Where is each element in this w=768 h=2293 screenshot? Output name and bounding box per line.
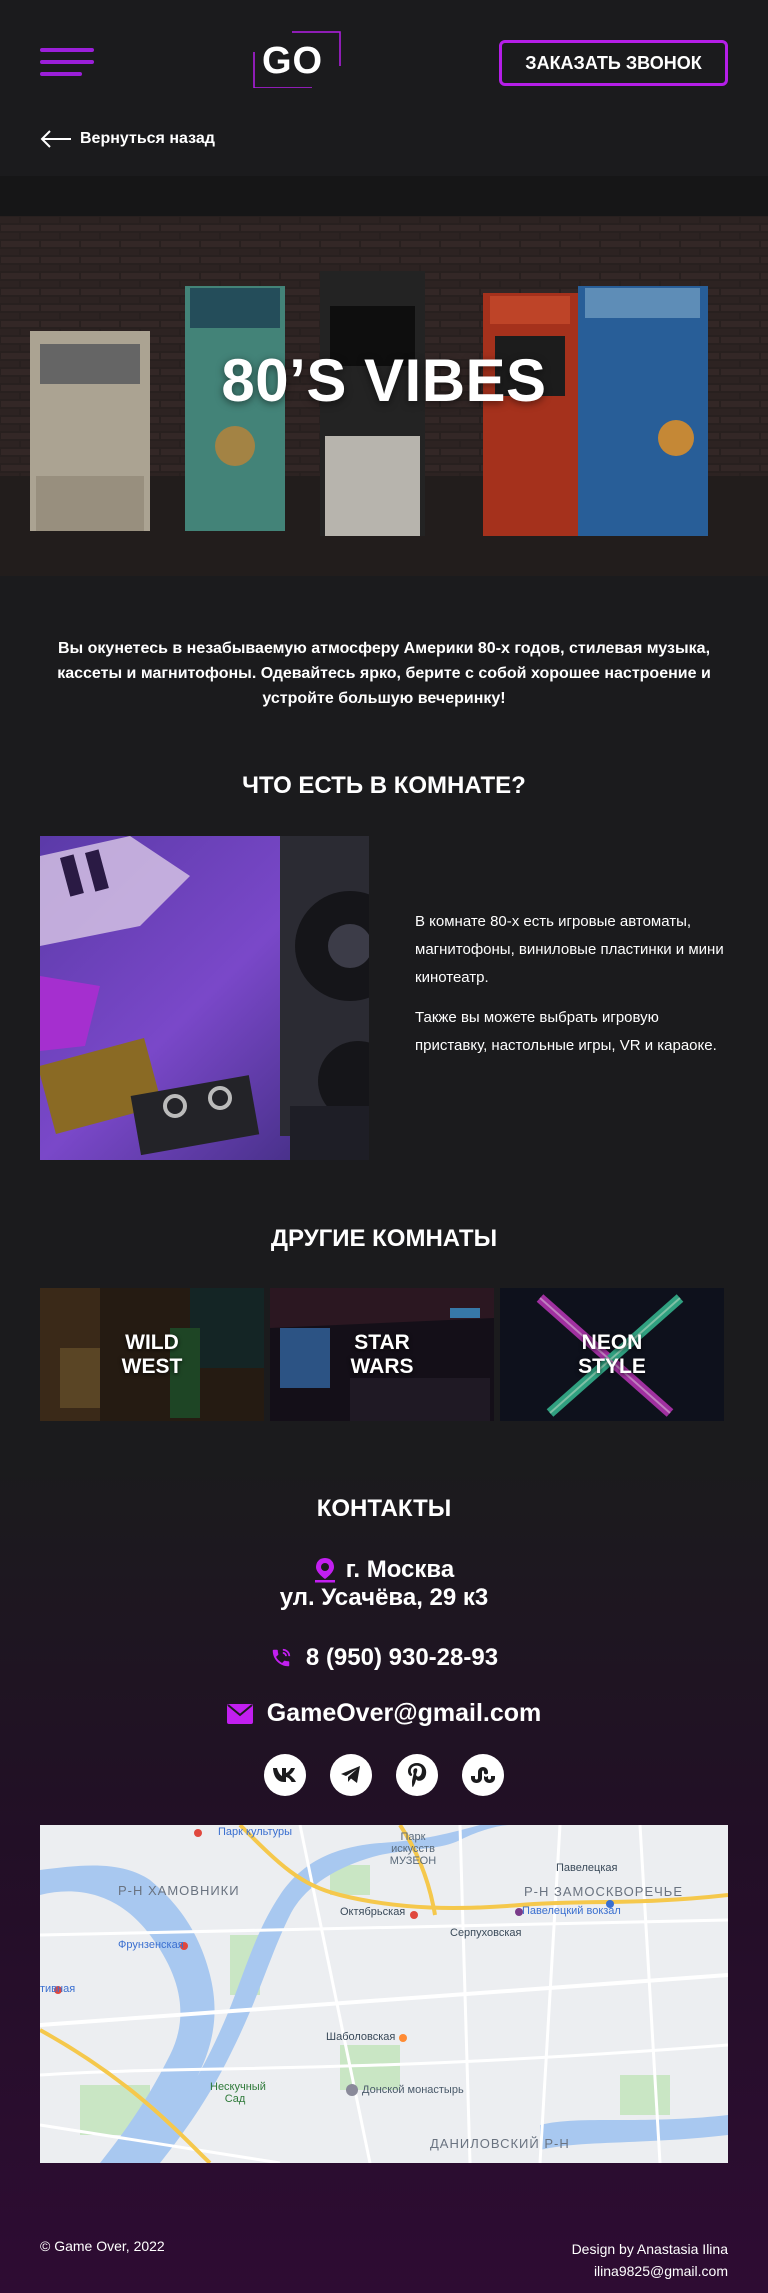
- stumbleupon-logo: [471, 1767, 495, 1783]
- site-header: GO ЗАКАЗАТЬ ЗВОНОК: [0, 0, 768, 120]
- social-links: [264, 1754, 504, 1796]
- room-card-label: NEON STYLE: [578, 1330, 646, 1378]
- arrow-left-icon: [40, 130, 71, 148]
- stumbleupon-icon[interactable]: [462, 1754, 504, 1796]
- map-label: Р-Н ХАМОВНИКИ: [118, 1883, 240, 1898]
- map-label: ДАНИЛОВСКИЙ Р-Н: [430, 2136, 570, 2151]
- map-label: Октябрьская: [340, 1906, 406, 1918]
- map-label: Павелецкий вокзал: [522, 1905, 621, 1917]
- designer-email[interactable]: ilina9825@gmail.com: [572, 2260, 728, 2282]
- hero-title: 80’S VIBES: [221, 347, 547, 414]
- back-link[interactable]: Вернуться назад: [40, 130, 215, 148]
- logo-text: GO: [262, 40, 324, 82]
- intro-text: Вы окунетесь в незабываемую атмосферу Ам…: [57, 640, 711, 707]
- designer-credit: Design by Anastasia Ilina ilina9825@gmai…: [572, 2238, 728, 2282]
- room-card-label: STAR WARS: [350, 1330, 414, 1378]
- phone-icon: [272, 1648, 291, 1667]
- logo[interactable]: GO: [252, 30, 342, 88]
- map-canvas: [40, 1825, 728, 2163]
- email-row[interactable]: GameOver@gmail.com: [0, 1699, 768, 1728]
- cassettes-image: [40, 836, 369, 1160]
- vk-logo: [273, 1768, 296, 1782]
- map-label: Нескучный Сад: [210, 2081, 266, 2105]
- back-link-label: Вернуться назад: [80, 130, 215, 147]
- room-card-wild-west[interactable]: WILD WEST: [40, 1288, 264, 1421]
- pinterest-logo: [408, 1763, 427, 1787]
- address: г. Москва ул. Усачёва, 29 к3: [0, 1556, 768, 1612]
- room-image: [40, 836, 369, 1160]
- telegram-icon[interactable]: [330, 1754, 372, 1796]
- map-label: Парк искусств МУЗЕОН: [389, 1831, 437, 1867]
- room-description-1: В комнате 80-х есть игровые автоматы, ма…: [415, 913, 724, 986]
- other-rooms-list: WILD WEST STAR WARS NEON STYLE: [40, 1288, 728, 1421]
- menu-icon-line: [40, 72, 82, 76]
- phone-row[interactable]: 8 (950) 930-28-93: [0, 1644, 768, 1672]
- contacts-title: КОНТАКТЫ: [316, 1495, 452, 1522]
- menu-icon-line: [40, 48, 94, 52]
- email-address: GameOver@gmail.com: [266, 1699, 542, 1727]
- vk-icon[interactable]: [264, 1754, 306, 1796]
- phone-number: 8 (950) 930-28-93: [305, 1644, 499, 1671]
- hero-banner: 80’S VIBES: [0, 176, 768, 576]
- location-map[interactable]: Парк культуры Парк искусств МУЗЕОН Р-Н Х…: [40, 1825, 728, 2163]
- menu-icon[interactable]: [40, 48, 94, 76]
- location-pin-icon: [314, 1558, 335, 1583]
- room-card-star-wars[interactable]: STAR WARS: [270, 1288, 494, 1421]
- telegram-logo: [341, 1766, 360, 1783]
- designer-name: Design by Anastasia Ilina: [571, 2241, 728, 2257]
- other-rooms-title: ДРУГИЕ КОМНАТЫ: [270, 1225, 498, 1252]
- map-label: Фрунзенская: [118, 1939, 184, 1951]
- order-call-button[interactable]: ЗАКАЗАТЬ ЗВОНОК: [499, 40, 728, 86]
- address-city-row: г. Москва: [0, 1556, 768, 1584]
- copyright: © Game Over, 2022: [40, 2238, 165, 2254]
- room-section-title: ЧТО ЕСТЬ В КОМНАТЕ?: [242, 772, 526, 799]
- map-label: Р-Н ЗАМОСКВОРЕЧЬЕ: [524, 1884, 683, 1899]
- map-label: Донской монастырь: [362, 2084, 464, 2096]
- menu-icon-line: [40, 60, 94, 64]
- address-street: ул. Усачёва, 29 к3: [279, 1584, 489, 1611]
- map-label: Шаболовская: [326, 2031, 396, 2043]
- map-label: Парк культуры: [218, 1826, 293, 1838]
- map-label: Серпуховская: [450, 1927, 522, 1939]
- room-card-label: WILD WEST: [121, 1330, 183, 1378]
- room-card-neon-style[interactable]: NEON STYLE: [500, 1288, 724, 1421]
- room-description-2: Также вы можете выбрать игровую приставк…: [415, 1009, 717, 1054]
- room-description: В комнате 80-х есть игровые автоматы, ма…: [415, 908, 735, 1072]
- map-label: тивная: [40, 1983, 76, 1995]
- pinterest-icon[interactable]: [396, 1754, 438, 1796]
- mail-icon: [226, 1703, 253, 1724]
- map-label: Павелецкая: [556, 1862, 618, 1874]
- address-city: г. Москва: [345, 1556, 455, 1583]
